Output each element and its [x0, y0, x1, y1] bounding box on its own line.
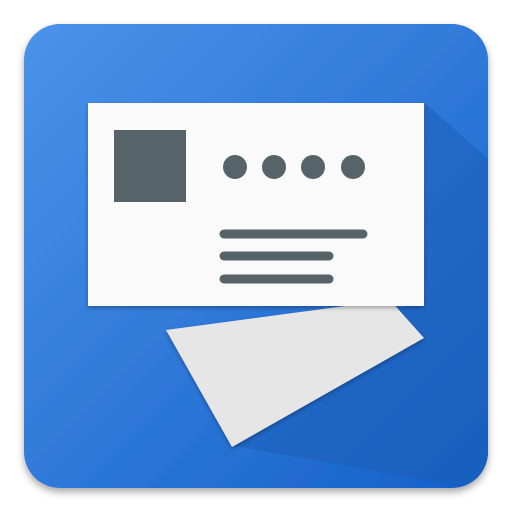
card-photo: [114, 130, 186, 202]
card-dot: [262, 155, 286, 179]
card-dot: [223, 155, 247, 179]
card-dot: [301, 155, 325, 179]
business-card-app-icon[interactable]: [0, 0, 512, 512]
card-dot: [341, 155, 365, 179]
business-card-icon: [24, 24, 488, 488]
